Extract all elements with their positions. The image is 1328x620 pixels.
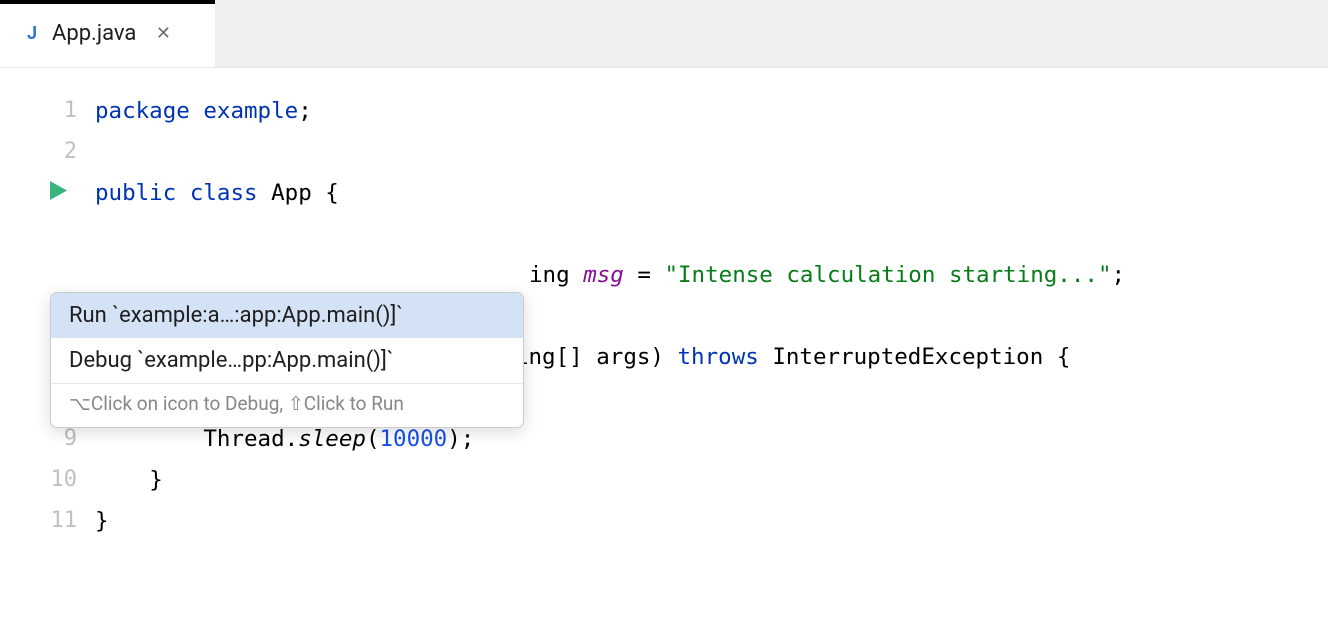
- line-number: 11: [51, 508, 78, 533]
- class-name: App: [271, 180, 325, 206]
- code-content[interactable]: ing msg = "Intense calculation starting.…: [95, 262, 1125, 288]
- code-line[interactable]: [0, 213, 1328, 254]
- number-literal: 10000: [379, 426, 447, 452]
- popup-debug-item[interactable]: Debug `example…pp:App.main()]`: [51, 338, 523, 383]
- package-name: example: [203, 98, 298, 124]
- punctuation: );: [447, 426, 474, 452]
- code-content[interactable]: }: [95, 467, 163, 493]
- code-line[interactable]: 2: [0, 131, 1328, 172]
- line-number: 10: [51, 467, 78, 492]
- punctuation: .: [285, 426, 299, 452]
- method-call: sleep: [298, 426, 366, 452]
- field-name: msg: [583, 262, 624, 288]
- punctuation: ): [650, 344, 677, 370]
- popup-hint: ⌥Click on icon to Debug, ⇧Click to Run: [51, 383, 523, 427]
- string-literal: "Intense calculation starting...": [664, 262, 1111, 288]
- line-number: 1: [64, 98, 77, 123]
- code-content[interactable]: package example;: [95, 98, 312, 124]
- punctuation: {: [1057, 344, 1071, 370]
- punctuation: (: [366, 426, 380, 452]
- punctuation: []: [556, 344, 597, 370]
- keyword: throws: [678, 344, 773, 370]
- code-line[interactable]: 11 }: [0, 500, 1328, 541]
- code-line[interactable]: 10 }: [0, 459, 1328, 500]
- class-ref: Thread: [203, 426, 284, 452]
- code-content[interactable]: public class App {: [95, 180, 339, 206]
- popup-run-item[interactable]: Run `example:a…:app:App.main()]`: [51, 293, 523, 338]
- punctuation: }: [149, 467, 163, 493]
- code-content[interactable]: }: [95, 508, 109, 534]
- indent: [95, 467, 149, 493]
- line-number: 2: [64, 139, 77, 164]
- gutter: 10: [0, 467, 95, 492]
- code-content[interactable]: Thread.sleep(10000);: [95, 426, 474, 452]
- text: ing: [529, 262, 583, 288]
- tab-filename: App.java: [52, 21, 136, 46]
- code-line[interactable]: public class App {: [0, 172, 1328, 213]
- keyword: package: [95, 98, 203, 124]
- gutter: 1: [0, 98, 95, 123]
- punctuation: ;: [1112, 262, 1126, 288]
- punctuation: ;: [298, 98, 312, 124]
- run-popup: Run `example:a…:app:App.main()]` Debug `…: [50, 292, 524, 428]
- keyword: public: [95, 180, 190, 206]
- gutter: 11: [0, 508, 95, 533]
- editor-tab-bar: J App.java ✕: [0, 0, 1328, 68]
- active-tab-indicator: [0, 0, 215, 4]
- indent: [95, 426, 203, 452]
- keyword: class: [190, 180, 271, 206]
- type: InterruptedException: [772, 344, 1056, 370]
- punctuation: {: [325, 180, 339, 206]
- run-gutter-icon[interactable]: [50, 180, 67, 206]
- code-editor[interactable]: 1 package example; 2 public class App { …: [0, 68, 1328, 541]
- code-line[interactable]: ing msg = "Intense calculation starting.…: [0, 254, 1328, 295]
- parameter: args: [596, 344, 650, 370]
- gutter: 2: [0, 139, 95, 164]
- line-number: 9: [64, 426, 77, 451]
- close-tab-icon[interactable]: ✕: [154, 25, 172, 43]
- gutter: 9: [0, 426, 95, 451]
- java-file-icon: J: [22, 24, 42, 44]
- file-tab[interactable]: J App.java ✕: [0, 0, 215, 67]
- punctuation: }: [95, 508, 109, 534]
- code-line[interactable]: 1 package example;: [0, 90, 1328, 131]
- operator: =: [624, 262, 665, 288]
